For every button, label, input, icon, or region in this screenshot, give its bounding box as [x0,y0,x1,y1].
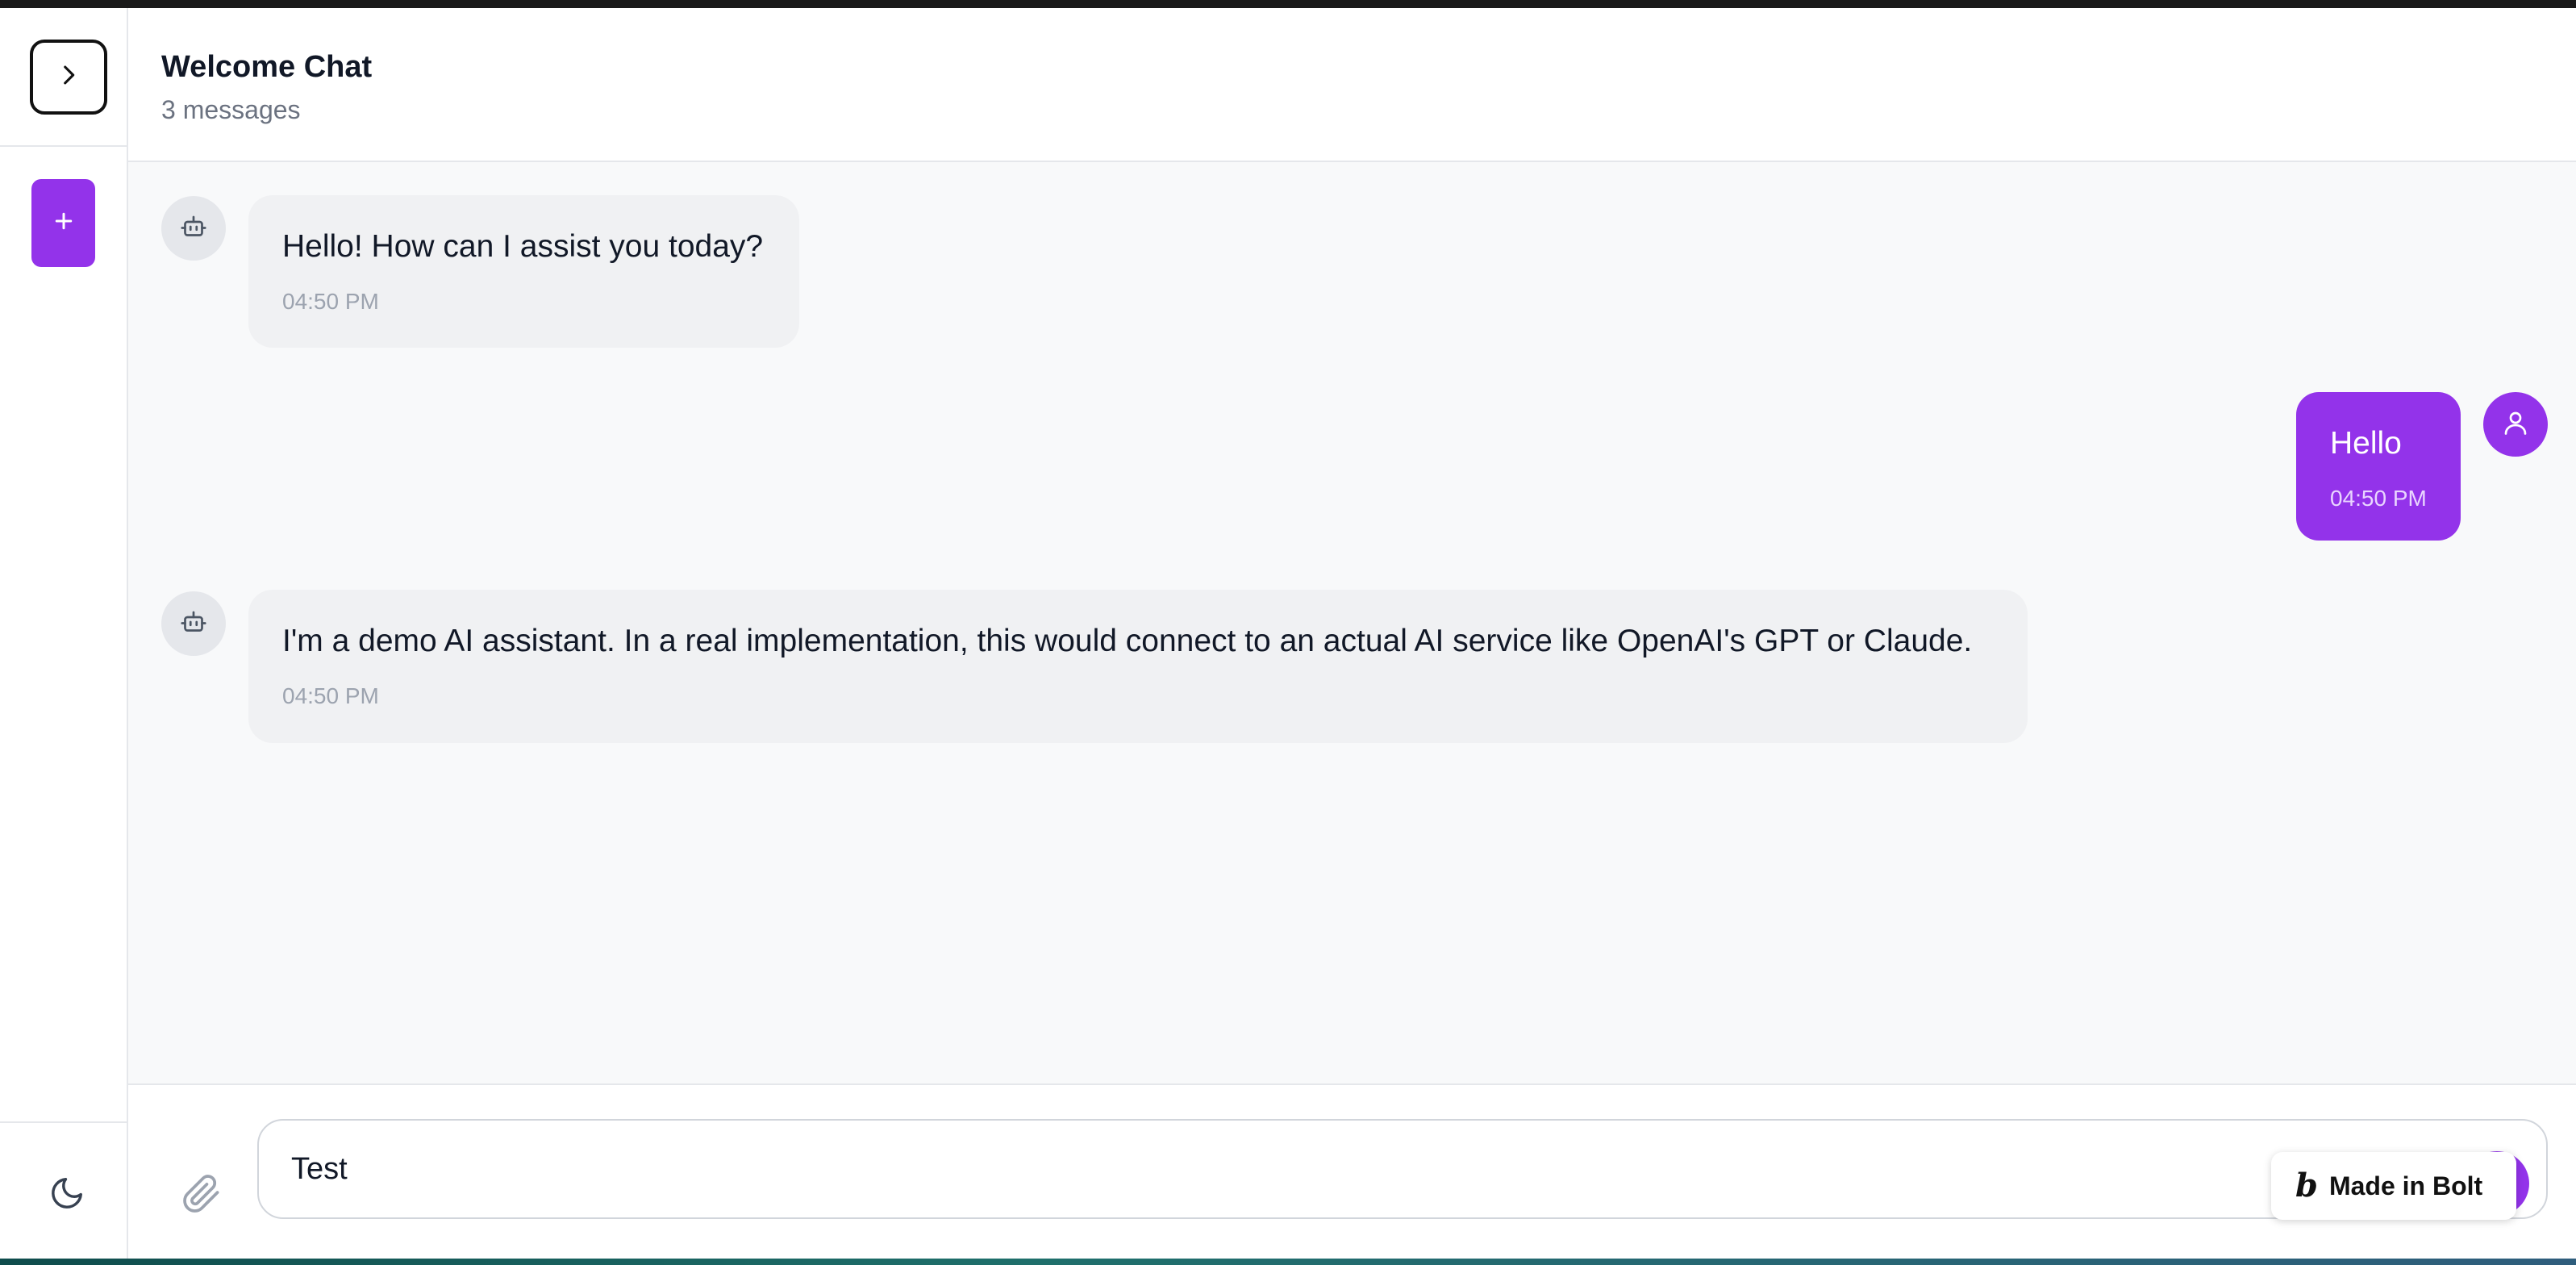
message-text: I'm a demo AI assistant. In a real imple… [282,624,1973,658]
composer [128,1083,2576,1259]
message-input[interactable] [257,1119,2548,1219]
sidebar-toggle-button[interactable] [30,40,107,115]
bot-icon [179,607,208,641]
user-avatar [2483,392,2548,457]
chat-header: Welcome Chat 3 messages [128,8,2576,162]
sidebar-divider [0,145,127,147]
chat-title: Welcome Chat [161,50,373,84]
message-time: 04:50 PM [2330,486,2427,511]
bot-avatar [161,196,226,261]
made-in-bolt-badge[interactable]: b Made in Bolt [2271,1152,2516,1220]
message-text: Hello [2330,426,2402,461]
message-bubble: Hello 04:50 PM [2296,392,2461,541]
window-bottom-bar [0,1259,2576,1265]
message-bubble: I'm a demo AI assistant. In a real imple… [248,590,2028,743]
window-top-bar [0,0,2576,8]
bolt-logo-icon: b [2295,1167,2318,1204]
message-count: 3 messages [161,95,301,124]
message-text: Hello! How can I assist you today? [282,229,764,264]
bot-avatar [161,591,226,656]
message-time: 04:50 PM [282,683,379,708]
new-chat-button[interactable] [31,179,95,267]
message-time: 04:50 PM [282,289,379,314]
moon-icon [48,1175,85,1216]
chat-app: Welcome Chat 3 messages Hello! How can I… [0,0,2576,1265]
chevron-right-icon [55,61,82,93]
plus-icon [52,209,76,237]
user-icon [2501,408,2530,441]
badge-label: Made in Bolt [2328,1171,2483,1200]
message-bubble: Hello! How can I assist you today? 04:50… [248,195,799,348]
theme-toggle-button[interactable] [42,1170,92,1220]
paperclip-icon [181,1174,222,1218]
sidebar-divider [0,1121,127,1123]
attach-button[interactable] [173,1167,230,1224]
bot-icon [179,212,208,245]
message-list: Hello! How can I assist you today? 04:50… [128,162,2576,1083]
sidebar [0,8,128,1259]
